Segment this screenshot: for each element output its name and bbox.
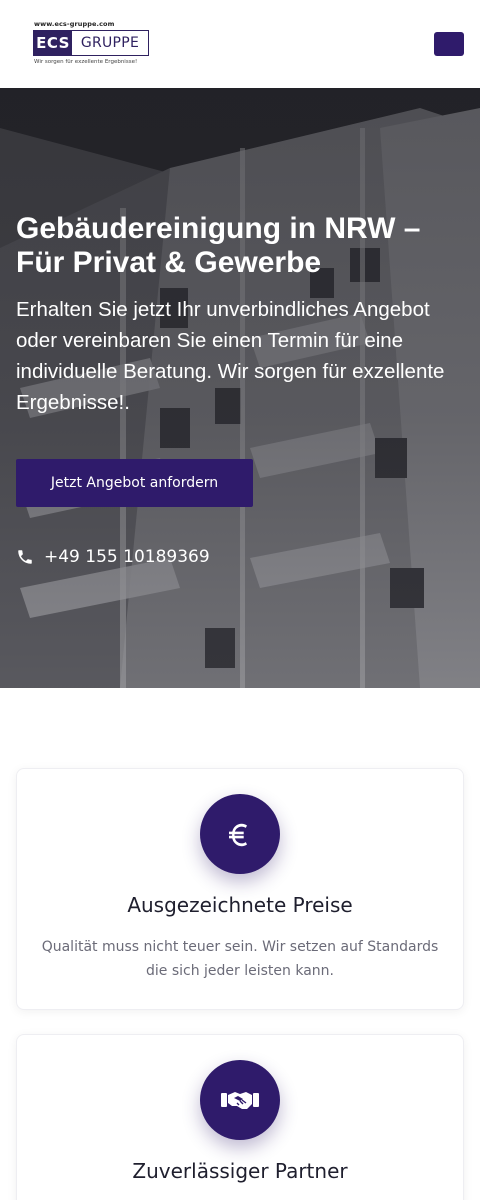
phone-icon (18, 550, 32, 564)
feature-title: Zuverlässiger Partner (132, 1159, 348, 1183)
logo-tagline: Wir sorgen für exzellente Ergebnisse! (34, 59, 138, 65)
logo-mark: ECS GRUPPE (33, 30, 149, 56)
feature-card: Zuverlässiger Partner (16, 1034, 464, 1200)
phone-number: +49 155 10189369 (44, 547, 210, 567)
hero-title: Gebäudereinigung in NRW – Für Privat & G… (16, 212, 421, 279)
hero-section: Gebäudereinigung in NRW – Für Privat & G… (0, 88, 480, 688)
handshake-icon (200, 1060, 280, 1140)
menu-button[interactable] (434, 32, 464, 56)
feature-text: Qualität muss nicht teuer sein. Wir setz… (41, 939, 439, 979)
logo-ecs: ECS (34, 31, 72, 55)
feature-title: Ausgezeichnete Preise (127, 893, 353, 917)
hero-text: Erhalten Sie jetzt Ihr unverbindliches A… (16, 298, 445, 414)
euro-icon (200, 794, 280, 874)
logo-url: www.ecs-gruppe.com (34, 20, 115, 28)
phone-link[interactable]: +49 155 10189369 (16, 545, 210, 569)
logo[interactable]: www.ecs-gruppe.com ECS GRUPPE Wir sorgen… (33, 20, 151, 70)
logo-gruppe: GRUPPE (80, 35, 140, 51)
feature-card: Ausgezeichnete Preise Qualität muss nich… (16, 768, 464, 1010)
site-header: www.ecs-gruppe.com ECS GRUPPE Wir sorgen… (0, 0, 480, 88)
request-quote-button[interactable]: Jetzt Angebot anfordern (16, 459, 253, 507)
